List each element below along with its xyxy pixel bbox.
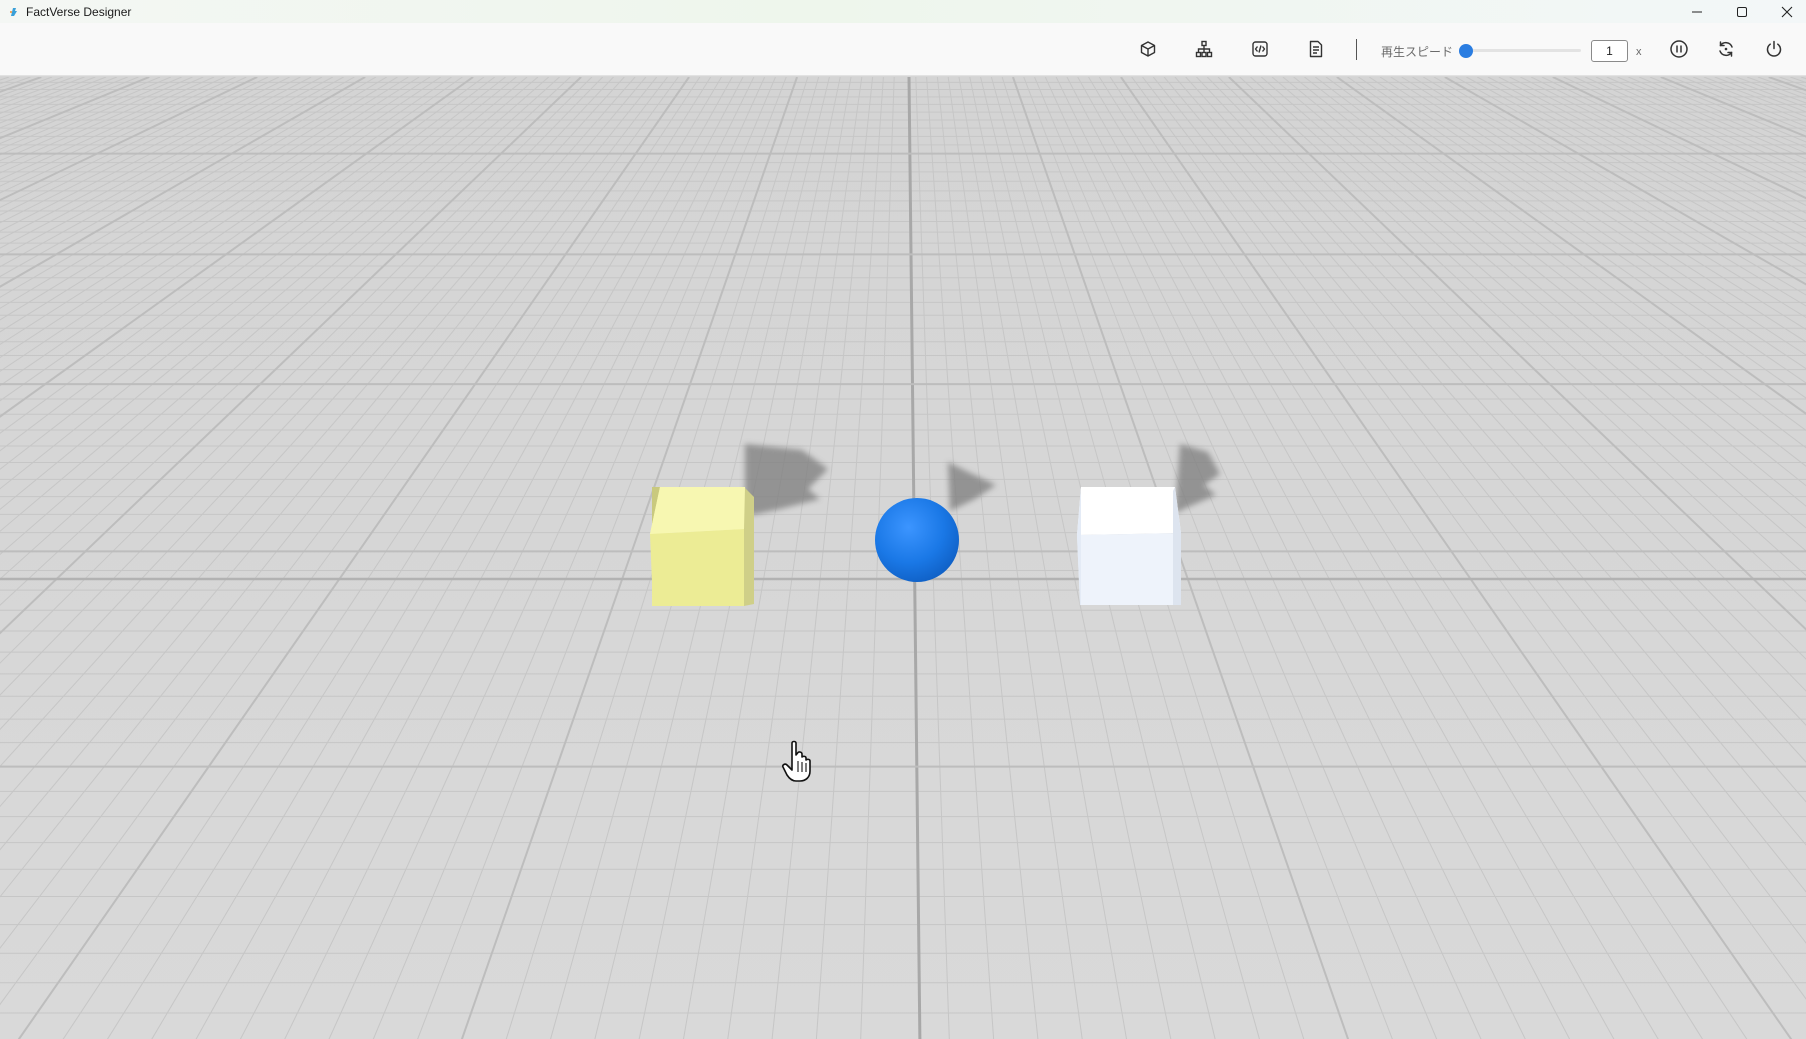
- minimize-icon: [1692, 11, 1702, 12]
- scene-canvas[interactable]: [0, 77, 1806, 1039]
- model-library-button[interactable]: [1136, 37, 1160, 61]
- hierarchy-icon: [1195, 40, 1213, 58]
- document-button[interactable]: [1304, 37, 1328, 61]
- white-cube[interactable]: [1077, 487, 1181, 605]
- slider-track: [1459, 49, 1581, 52]
- power-button[interactable]: [1762, 37, 1786, 61]
- playback-speed-label: 再生スピード: [1381, 45, 1454, 59]
- window-title: FactVerse Designer: [26, 5, 132, 19]
- playback-speed-input[interactable]: [1591, 40, 1628, 62]
- toolbar: 再生スピード x: [0, 23, 1806, 76]
- title-bar: FactVerse Designer: [0, 0, 1806, 23]
- maximize-icon: [1737, 6, 1747, 17]
- pause-button[interactable]: [1667, 37, 1691, 61]
- toolbar-divider: [1356, 39, 1357, 60]
- cube-icon: [1140, 41, 1156, 57]
- close-icon: [1781, 6, 1793, 17]
- playback-speed-slider[interactable]: [1459, 44, 1581, 58]
- blue-sphere[interactable]: [875, 498, 959, 582]
- playback-speed-unit: x: [1636, 46, 1642, 58]
- maximize-button[interactable]: [1719, 0, 1765, 23]
- scene-viewport[interactable]: [0, 77, 1806, 1039]
- minimize-button[interactable]: [1674, 0, 1720, 23]
- code-icon: [1252, 41, 1268, 57]
- refresh-icon: [1719, 41, 1733, 57]
- close-button[interactable]: [1764, 0, 1806, 23]
- hierarchy-button[interactable]: [1192, 37, 1216, 61]
- script-button[interactable]: [1248, 37, 1272, 61]
- power-icon: [1766, 40, 1782, 57]
- document-icon: [1309, 40, 1323, 58]
- reset-button[interactable]: [1714, 37, 1738, 61]
- slider-thumb[interactable]: [1459, 44, 1473, 58]
- yellow-cube[interactable]: [650, 487, 754, 606]
- pause-icon: [1670, 40, 1688, 58]
- factverse-logo-icon: [8, 5, 20, 17]
